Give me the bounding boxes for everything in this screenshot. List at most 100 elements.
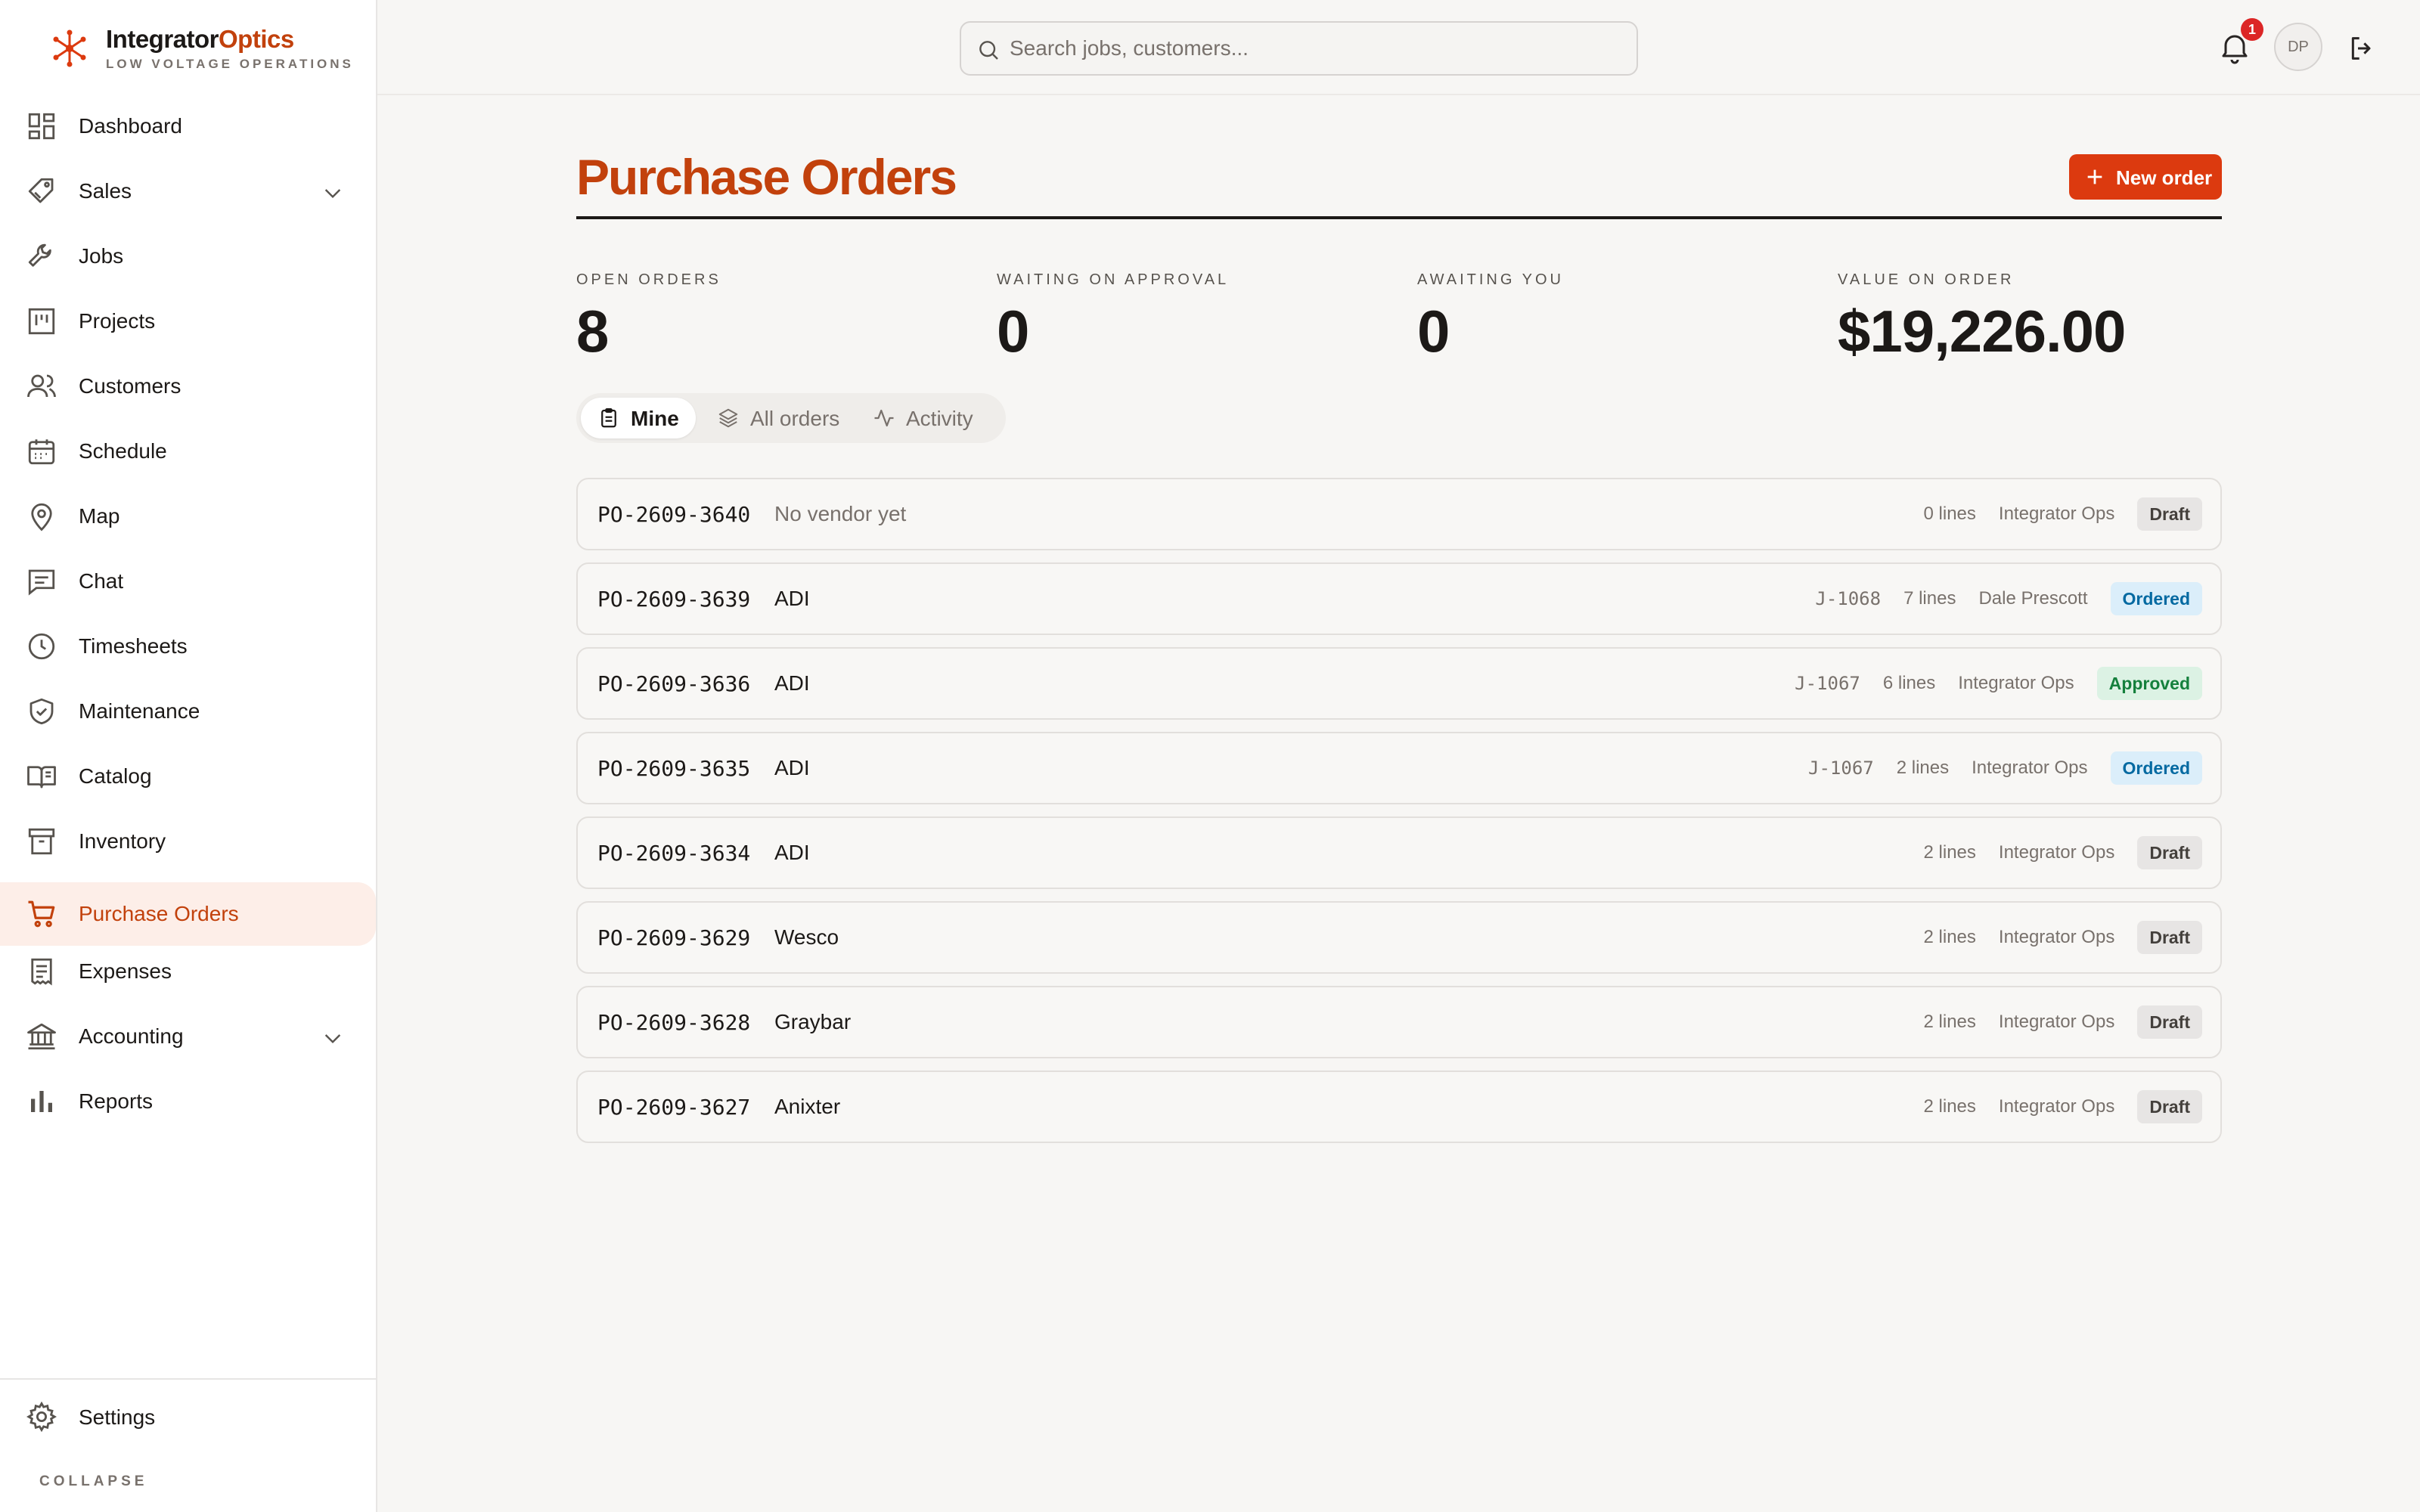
status-badge: Draft: [2137, 921, 2202, 954]
purchase-order-row[interactable]: PO-2609-3629 Wesco 2 lines Integrator Op…: [576, 901, 2222, 974]
map-pin-icon: [26, 500, 57, 532]
sidebar-item-timesheets[interactable]: Timesheets: [0, 615, 376, 678]
chevron-down-icon[interactable]: [321, 181, 345, 205]
po-number: PO-2609-3628: [597, 1010, 751, 1035]
stat-value-on-order: VALUE ON ORDER $19,226.00: [1838, 269, 2246, 367]
book-icon: [26, 761, 57, 792]
vendor-name: Wesco: [774, 925, 839, 949]
po-number: PO-2609-3629: [597, 925, 751, 950]
sidebar-item-reports[interactable]: Reports: [0, 1070, 376, 1133]
purchase-order-row[interactable]: PO-2609-3639 ADI J-1068 7 lines Dale Pre…: [576, 562, 2222, 635]
archive-icon: [26, 826, 57, 857]
job-number[interactable]: J-1067: [1808, 758, 1874, 779]
stat-value: $19,226.00: [1838, 298, 2126, 364]
vendor-name: ADI: [774, 671, 810, 695]
receipt-icon: [26, 956, 57, 987]
tab-label: All orders: [750, 407, 840, 430]
brand-name-accent: Optics: [219, 25, 294, 53]
tag-icon: [26, 175, 57, 207]
status-badge: Draft: [2137, 1090, 2202, 1123]
vendor-name: ADI: [774, 587, 810, 610]
gear-icon: [26, 1401, 57, 1433]
notification-count-badge: 1: [2241, 18, 2263, 41]
sidebar-item-expenses[interactable]: Expenses: [0, 940, 376, 1003]
stat-label: WAITING ON APPROVAL: [997, 271, 1230, 288]
line-count: 6 lines: [1882, 673, 1936, 693]
tab-activity[interactable]: Activity: [856, 398, 1000, 438]
sidebar-item-label: Inventory: [79, 829, 166, 853]
stat-waiting-on-approval: WAITING ON APPROVAL 0: [997, 269, 1405, 367]
job-number[interactable]: J-1067: [1795, 673, 1860, 694]
line-count: 2 lines: [1923, 1012, 1976, 1032]
status-badge: Approved: [2096, 667, 2202, 700]
sidebar-item-label: Catalog: [79, 764, 152, 788]
purchase-order-row[interactable]: PO-2609-3634 ADI 2 lines Integrator Ops …: [576, 816, 2222, 889]
order-owner: Integrator Ops: [1998, 503, 2115, 524]
purchase-order-row[interactable]: PO-2609-3628 Graybar 2 lines Integrator …: [576, 986, 2222, 1058]
job-number[interactable]: J-1068: [1815, 588, 1881, 609]
sidebar-item-map[interactable]: Map: [0, 485, 376, 548]
sidebar-item-schedule[interactable]: Schedule: [0, 420, 376, 483]
status-badge: Ordered: [2110, 582, 2202, 615]
sidebar-item-dashboard[interactable]: Dashboard: [0, 94, 376, 158]
sidebar-item-label: Expenses: [79, 959, 172, 983]
vendor-name: ADI: [774, 756, 810, 779]
sidebar-item-maintenance[interactable]: Maintenance: [0, 680, 376, 743]
chevron-down-icon[interactable]: [321, 1026, 345, 1050]
purchase-order-row[interactable]: PO-2609-3640 No vendor yet 0 lines Integ…: [576, 478, 2222, 550]
logout-icon[interactable]: [2347, 33, 2377, 64]
purchase-order-row[interactable]: PO-2609-3627 Anixter 2 lines Integrator …: [576, 1070, 2222, 1143]
sidebar-item-jobs[interactable]: Jobs: [0, 225, 376, 288]
tab-label: Mine: [631, 407, 679, 430]
calendar-icon: [26, 435, 57, 467]
sidebar-item-settings[interactable]: Settings: [0, 1387, 376, 1448]
sidebar-item-label: Accounting: [79, 1024, 184, 1048]
order-owner: Integrator Ops: [1998, 1012, 2115, 1032]
sidebar-item-label: Map: [79, 504, 120, 528]
search-icon: [976, 38, 1001, 62]
sidebar-item-purchase-orders[interactable]: Purchase Orders: [0, 882, 376, 946]
purchase-order-row[interactable]: PO-2609-3635 ADI J-1067 2 lines Integrat…: [576, 732, 2222, 804]
page-header: Purchase Orders New order: [576, 95, 2222, 219]
sidebar-item-label: Sales: [79, 179, 132, 203]
sidebar-item-label: Projects: [79, 309, 156, 333]
line-count: 0 lines: [1923, 503, 1976, 524]
status-badge: Draft: [2137, 1005, 2202, 1039]
new-order-button[interactable]: New order: [2069, 154, 2222, 200]
collapse-sidebar-button[interactable]: COLLAPSE: [39, 1473, 147, 1490]
sidebar-item-chat[interactable]: Chat: [0, 550, 376, 613]
status-badge: Ordered: [2110, 751, 2202, 785]
wrench-icon: [26, 240, 57, 272]
sidebar-item-label: Timesheets: [79, 634, 188, 658]
line-count: 2 lines: [1896, 758, 1950, 778]
status-badge: Draft: [2137, 836, 2202, 869]
tab-mine[interactable]: Mine: [581, 398, 696, 438]
stats-row: OPEN ORDERS 8 WAITING ON APPROVAL 0 AWAI…: [576, 269, 2222, 375]
order-owner: Integrator Ops: [1958, 673, 2074, 693]
search-box: [960, 21, 1638, 76]
status-badge: Draft: [2137, 497, 2202, 531]
sidebar-item-accounting[interactable]: Accounting: [0, 1005, 376, 1068]
sidebar-item-label: Customers: [79, 374, 182, 398]
sidebar-item-customers[interactable]: Customers: [0, 355, 376, 418]
line-count: 7 lines: [1903, 588, 1956, 609]
sidebar-footer: Settings COLLAPSE: [0, 1378, 376, 1489]
sidebar-item-sales[interactable]: Sales: [0, 160, 376, 223]
tab-all-orders[interactable]: All orders: [700, 398, 852, 438]
po-number: PO-2609-3636: [597, 671, 751, 696]
avatar[interactable]: DP: [2274, 23, 2322, 71]
line-count: 2 lines: [1923, 1096, 1976, 1117]
line-count: 2 lines: [1923, 842, 1976, 863]
sidebar-item-projects[interactable]: Projects: [0, 290, 376, 353]
plus-icon: [2087, 169, 2102, 184]
stat-open-orders: OPEN ORDERS 8: [576, 269, 985, 367]
dashboard-icon: [26, 110, 57, 142]
shield-check-icon: [26, 696, 57, 727]
bar-chart-icon: [26, 1086, 57, 1117]
purchase-order-row[interactable]: PO-2609-3636 ADI J-1067 6 lines Integrat…: [576, 647, 2222, 720]
sidebar-item-inventory[interactable]: Inventory: [0, 810, 376, 873]
sidebar-item-catalog[interactable]: Catalog: [0, 745, 376, 808]
layers-icon: [717, 407, 740, 429]
bank-icon: [26, 1021, 57, 1052]
search-input[interactable]: [1010, 33, 1615, 64]
